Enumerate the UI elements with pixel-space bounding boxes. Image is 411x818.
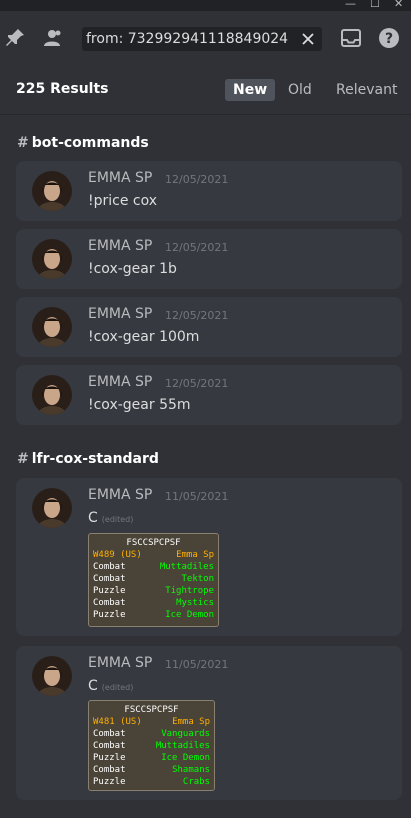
message-content: !price cox: [88, 193, 158, 209]
header-divider: [0, 114, 411, 115]
message-content: !cox-gear 55m: [88, 397, 191, 413]
room-type: Combat: [93, 729, 126, 739]
room-name: Ice Demon: [161, 753, 210, 763]
search-input[interactable]: [86, 29, 300, 49]
image-attachment[interactable]: FSCCSPCPSF W489 (US) Emma Sp Combat Muttad…: [88, 533, 219, 627]
room-type: Combat: [93, 741, 126, 751]
room-name: Tightrope: [165, 586, 214, 596]
svg-text:?: ?: [385, 31, 393, 47]
results-count: 225 Results: [16, 81, 109, 97]
avatar[interactable]: [32, 171, 72, 211]
attachment-player: Emma Sp: [176, 550, 214, 560]
search-bar[interactable]: [82, 27, 322, 51]
room-type: Puzzle: [93, 777, 126, 787]
room-name: Muttadiles: [155, 741, 210, 751]
message-timestamp: 12/05/2021: [165, 241, 229, 254]
message-content: C (edited): [88, 678, 133, 694]
image-attachment[interactable]: FSCCSPCPSF W481 (US) Emma Sp Combat Vangua…: [88, 700, 215, 791]
channel-hash-icon: #: [17, 135, 29, 151]
message-timestamp: 11/05/2021: [165, 658, 229, 671]
sort-old-tab[interactable]: Old: [280, 79, 320, 101]
sort-new-tab[interactable]: New: [225, 79, 276, 101]
search-results-panel: 225 Results New Old Relevant # bot-comman…: [0, 66, 411, 818]
member-list-icon[interactable]: [41, 26, 65, 50]
attachment-world: W481 (US): [93, 717, 142, 727]
message-timestamp: 12/05/2021: [165, 309, 229, 322]
channel-hash-icon: #: [17, 451, 29, 467]
room-type: Puzzle: [93, 586, 126, 596]
search-result-message[interactable]: EMMA SP 11/05/2021 C (edited) FSCCSPCPSF …: [16, 646, 402, 800]
search-result-message[interactable]: EMMA SP 11/05/2021 C (edited) FSCCSPCPSF …: [16, 478, 402, 636]
message-timestamp: 12/05/2021: [165, 377, 229, 390]
room-type: Combat: [93, 598, 126, 608]
attachment-player: Emma Sp: [172, 717, 210, 727]
message-author[interactable]: EMMA SP: [88, 655, 152, 671]
message-content: !cox-gear 100m: [88, 329, 200, 345]
room-type: Puzzle: [93, 753, 126, 763]
channel-header[interactable]: # bot-commands: [17, 135, 149, 151]
message-author[interactable]: EMMA SP: [88, 374, 152, 390]
sort-relevant-tab[interactable]: Relevant: [328, 79, 405, 101]
channel-header[interactable]: # lfr-cox-standard: [17, 451, 159, 467]
maximize-button[interactable]: ☐: [370, 0, 380, 11]
edited-tag: (edited): [101, 515, 134, 524]
edited-tag: (edited): [101, 683, 134, 692]
avatar[interactable]: [32, 375, 72, 415]
attachment-world: W489 (US): [93, 550, 142, 560]
message-content: !cox-gear 1b: [88, 261, 177, 277]
room-type: Combat: [93, 562, 126, 572]
message-author[interactable]: EMMA SP: [88, 487, 152, 503]
message-text: C: [88, 510, 98, 526]
room-type: Combat: [93, 574, 126, 584]
room-name: Muttadiles: [159, 562, 214, 572]
avatar[interactable]: [32, 488, 72, 528]
room-type: Combat: [93, 765, 126, 775]
search-result-message[interactable]: EMMA SP 12/05/2021 !cox-gear 1b: [16, 229, 402, 289]
search-result-message[interactable]: EMMA SP 12/05/2021 !price cox: [16, 161, 402, 221]
attachment-title: FSCCSPCPSF: [126, 538, 181, 548]
room-name: Crabs: [182, 777, 210, 787]
search-result-message[interactable]: EMMA SP 12/05/2021 !cox-gear 55m: [16, 365, 402, 425]
avatar[interactable]: [32, 239, 72, 279]
search-result-message[interactable]: EMMA SP 12/05/2021 !cox-gear 100m: [16, 297, 402, 357]
room-name: Vanguards: [161, 729, 210, 739]
clear-search-icon[interactable]: [300, 31, 316, 47]
channel-name: bot-commands: [31, 135, 149, 151]
attachment-title: FSCCSPCPSF: [124, 705, 179, 715]
window-title-bar: — ☐ ✕: [0, 0, 411, 11]
inbox-icon[interactable]: [339, 26, 363, 50]
avatar[interactable]: [32, 656, 72, 696]
message-author[interactable]: EMMA SP: [88, 238, 152, 254]
room-name: Tekton: [181, 574, 214, 584]
help-icon[interactable]: ?: [377, 26, 401, 50]
room-type: Puzzle: [93, 610, 126, 620]
results-header: 225 Results New Old Relevant: [0, 66, 411, 114]
message-timestamp: 12/05/2021: [165, 173, 229, 186]
message-author[interactable]: EMMA SP: [88, 170, 152, 186]
room-name: Shamans: [172, 765, 210, 775]
avatar[interactable]: [32, 307, 72, 347]
pin-icon[interactable]: [3, 26, 27, 50]
channel-name: lfr-cox-standard: [31, 451, 159, 467]
message-content: C (edited): [88, 510, 133, 526]
message-text: C: [88, 678, 98, 694]
message-timestamp: 11/05/2021: [165, 490, 229, 503]
close-window-button[interactable]: ✕: [394, 0, 403, 11]
message-author[interactable]: EMMA SP: [88, 306, 152, 322]
channel-toolbar: ?: [0, 11, 411, 66]
room-name: Mystics: [176, 598, 214, 608]
room-name: Ice Demon: [165, 610, 214, 620]
minimize-button[interactable]: —: [345, 0, 356, 11]
